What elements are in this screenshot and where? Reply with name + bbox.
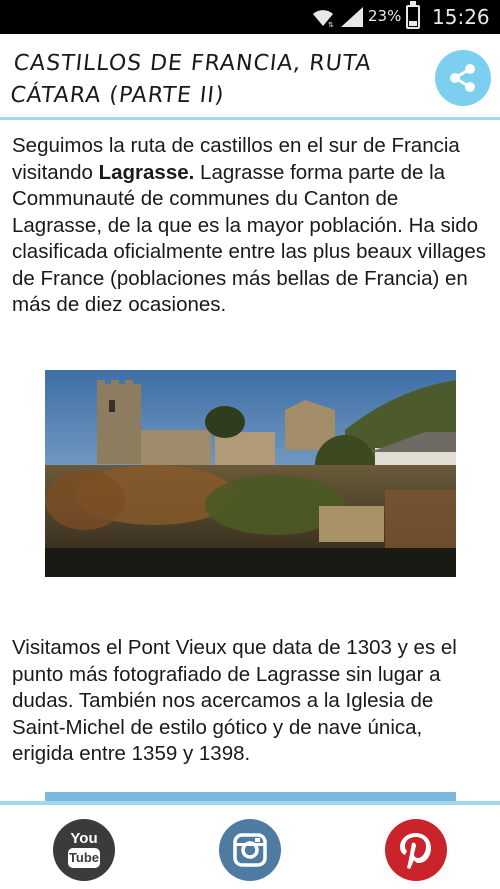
svg-text:⇅: ⇅: [328, 21, 334, 28]
social-bar: You Tube: [0, 801, 500, 889]
article-paragraph-2: Visitamos el Pont Vieux que data de 1303…: [12, 636, 457, 765]
article-content[interactable]: Seguimos la ruta de castillos en el sur …: [0, 123, 500, 801]
battery-icon: [406, 1, 420, 29]
share-icon: [450, 64, 475, 92]
app-header: CASTILLOS DE FRANCIA, RUTA CÁTARA (PARTE…: [0, 34, 500, 120]
instagram-button[interactable]: [219, 819, 281, 881]
pinterest-button[interactable]: [385, 819, 447, 881]
battery-level-fill: [409, 21, 417, 26]
youtube-logo-text: You: [70, 830, 98, 847]
instagram-icon: [233, 833, 267, 867]
bold-place-name: Lagrasse.: [98, 160, 195, 184]
clock: 15:26: [432, 5, 490, 29]
battery-percent: 23%: [368, 7, 402, 25]
pinterest-icon: [400, 833, 431, 869]
next-photo-partial: [45, 792, 456, 801]
signal-icon: [341, 7, 363, 27]
status-bar: ⇅ 23% 15:26: [0, 0, 500, 34]
lagrasse-photo: [45, 370, 456, 577]
youtube-button[interactable]: You Tube: [53, 819, 115, 881]
article-paragraph-1: Seguimos la ruta de castillos en el sur …: [0, 133, 500, 319]
share-button[interactable]: [435, 50, 491, 106]
page-title: CASTILLOS DE FRANCIA, RUTA CÁTARA (PARTE…: [9, 51, 373, 108]
wifi-icon: ⇅: [313, 10, 334, 28]
youtube-logo-text: Tube: [68, 848, 100, 868]
